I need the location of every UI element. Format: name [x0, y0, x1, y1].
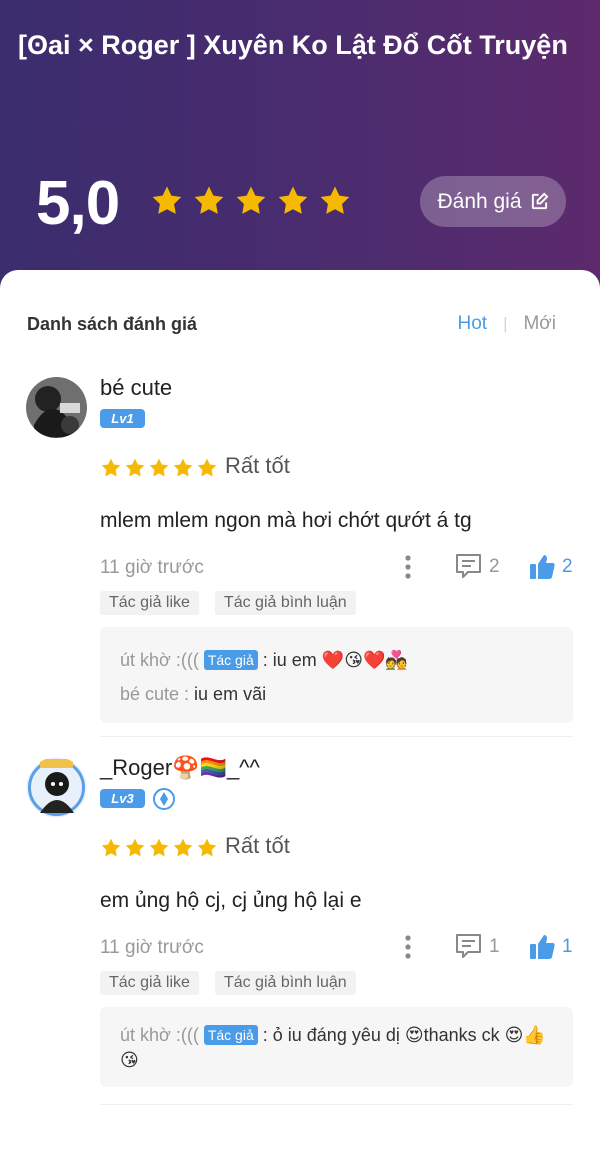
review-time: 11 giờ trước — [100, 557, 204, 578]
edit-icon — [531, 192, 548, 210]
star-icon — [197, 458, 217, 477]
review-time: 11 giờ trước — [100, 937, 204, 958]
author-like-tag: Tác giả like — [100, 591, 199, 615]
reviewer-name[interactable]: _Roger🍄🏳️‍🌈_^^ — [100, 755, 260, 781]
sort-new-tab[interactable]: Mới — [523, 313, 556, 335]
thumbs-up-icon — [530, 935, 555, 959]
star-icon — [101, 458, 121, 477]
comment-count: 2 — [489, 555, 500, 577]
reply-box[interactable]: út khờ :((( Tác giả : ỏ iu đáng yêu dị 😍… — [100, 1007, 573, 1087]
avatar[interactable] — [26, 377, 87, 438]
sort-divider: | — [503, 314, 508, 333]
author-badge: Tác giả — [203, 1025, 258, 1045]
average-stars — [150, 184, 352, 218]
star-icon — [278, 186, 308, 214]
thumbs-up-icon — [530, 555, 555, 579]
reply-author: bé cute : — [120, 684, 190, 704]
star-icon — [152, 186, 182, 214]
rating-label: Rất tốt — [225, 453, 290, 478]
star-icon — [320, 186, 350, 214]
rate-button-label: Đánh giá — [437, 189, 522, 213]
reviewer-name[interactable]: bé cute — [100, 375, 172, 401]
review-item: _Roger🍄🏳️‍🌈_^^ Lv3 Rất tốt em ủng hộ cj,… — [0, 755, 600, 1117]
comment-count: 1 — [489, 935, 500, 957]
level-badge: Lv1 — [100, 409, 145, 428]
reply-text: : iu em ❤️😘❤️💑 — [262, 650, 408, 670]
review-list-heading: Danh sách đánh giá — [27, 314, 198, 334]
star-icon — [125, 838, 145, 857]
author-badge: Tác giả — [203, 650, 258, 670]
story-title: [ʘai × Roger ] Xuyên Ko Lật Đổ Cốt Truyệ… — [18, 30, 568, 60]
review-content: mlem mlem ngon mà hơi chớt qướt á tg — [100, 509, 472, 532]
reply-item: út khờ :((( Tác giả : ỏ iu đáng yêu dị 😍… — [120, 1023, 553, 1073]
star-icon — [173, 838, 193, 857]
more-icon[interactable] — [398, 933, 418, 961]
star-icon — [194, 186, 224, 214]
comment-icon — [456, 554, 481, 578]
average-score: 5,0 — [36, 169, 120, 238]
review-divider — [100, 736, 573, 737]
reply-box[interactable]: út khờ :((( Tác giả : iu em ❤️😘❤️💑 bé cu… — [100, 627, 573, 723]
reply-author: út khờ :((( — [120, 1025, 199, 1045]
rating-header: [ʘai × Roger ] Xuyên Ko Lật Đổ Cốt Truyệ… — [0, 0, 600, 300]
sort-hot-tab[interactable]: Hot — [457, 313, 487, 335]
rating-label: Rất tốt — [225, 833, 290, 858]
reply-author: út khờ :((( — [120, 650, 199, 670]
sort-tabs: Hot | Mới — [457, 313, 556, 335]
reply-item: út khờ :((( Tác giả : iu em ❤️😘❤️💑 — [120, 643, 553, 677]
author-like-tag: Tác giả like — [100, 971, 199, 995]
review-panel: Danh sách đánh giá Hot | Mới bé cute Lv1… — [0, 270, 600, 1154]
author-tags: Tác giả like Tác giả bình luận — [100, 971, 356, 995]
star-icon — [125, 458, 145, 477]
star-icon — [173, 458, 193, 477]
level-badge: Lv3 — [100, 789, 145, 808]
rate-button[interactable]: Đánh giá — [420, 176, 566, 227]
avatar[interactable] — [26, 757, 87, 818]
review-stars — [100, 837, 218, 859]
review-content: em ủng hộ cj, cj ủng hộ lại e — [100, 889, 362, 912]
like-button[interactable]: 1 — [528, 933, 573, 961]
star-icon — [101, 838, 121, 857]
star-icon — [197, 838, 217, 857]
review-item: bé cute Lv1 Rất tốt mlem mlem ngon mà hơ… — [0, 375, 600, 737]
star-icon — [236, 186, 266, 214]
reply-text: iu em vãi — [189, 684, 267, 704]
more-icon[interactable] — [398, 553, 418, 581]
review-stars — [100, 457, 218, 479]
star-icon — [149, 458, 169, 477]
comment-icon — [456, 934, 481, 958]
comment-button[interactable]: 1 — [454, 933, 500, 960]
comment-button[interactable]: 2 — [454, 553, 500, 580]
author-tags: Tác giả like Tác giả bình luận — [100, 591, 356, 615]
like-count: 2 — [562, 556, 573, 577]
badge-icon — [153, 788, 175, 810]
star-icon — [149, 838, 169, 857]
review-divider — [100, 1104, 573, 1105]
reply-item: bé cute : iu em vãi — [120, 677, 553, 711]
author-comment-tag: Tác giả bình luận — [214, 971, 356, 995]
like-button[interactable]: 2 — [528, 553, 573, 581]
author-comment-tag: Tác giả bình luận — [214, 591, 356, 615]
like-count: 1 — [562, 936, 573, 957]
